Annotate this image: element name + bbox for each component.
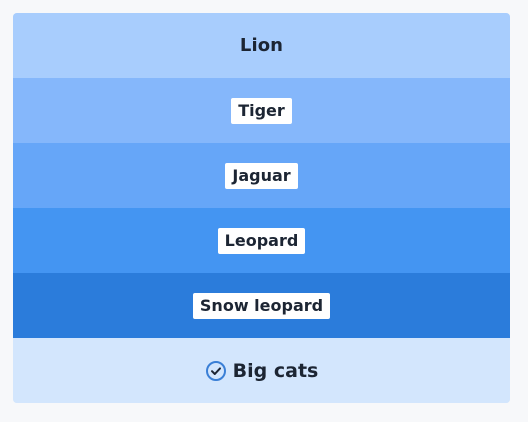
- layer-row-leopard[interactable]: Leopard: [13, 208, 510, 273]
- layer-label-lion: Lion: [239, 35, 284, 56]
- layer-label-snow-leopard: Snow leopard: [192, 292, 331, 319]
- layer-label-jaguar: Jaguar: [225, 162, 298, 189]
- layer-row-tiger[interactable]: Tiger: [13, 78, 510, 143]
- footer-group[interactable]: Big cats: [13, 338, 510, 403]
- layer-stack-card: Lion Tiger Jaguar Leopard Snow leopard B…: [13, 13, 510, 403]
- layer-row-snow-leopard[interactable]: Snow leopard: [13, 273, 510, 338]
- layer-label-tiger: Tiger: [231, 97, 292, 124]
- footer-label: Big cats: [232, 359, 319, 382]
- layer-row-jaguar[interactable]: Jaguar: [13, 143, 510, 208]
- layer-row-lion[interactable]: Lion: [13, 13, 510, 78]
- check-circle-icon: [205, 360, 227, 382]
- layer-label-leopard: Leopard: [217, 227, 306, 254]
